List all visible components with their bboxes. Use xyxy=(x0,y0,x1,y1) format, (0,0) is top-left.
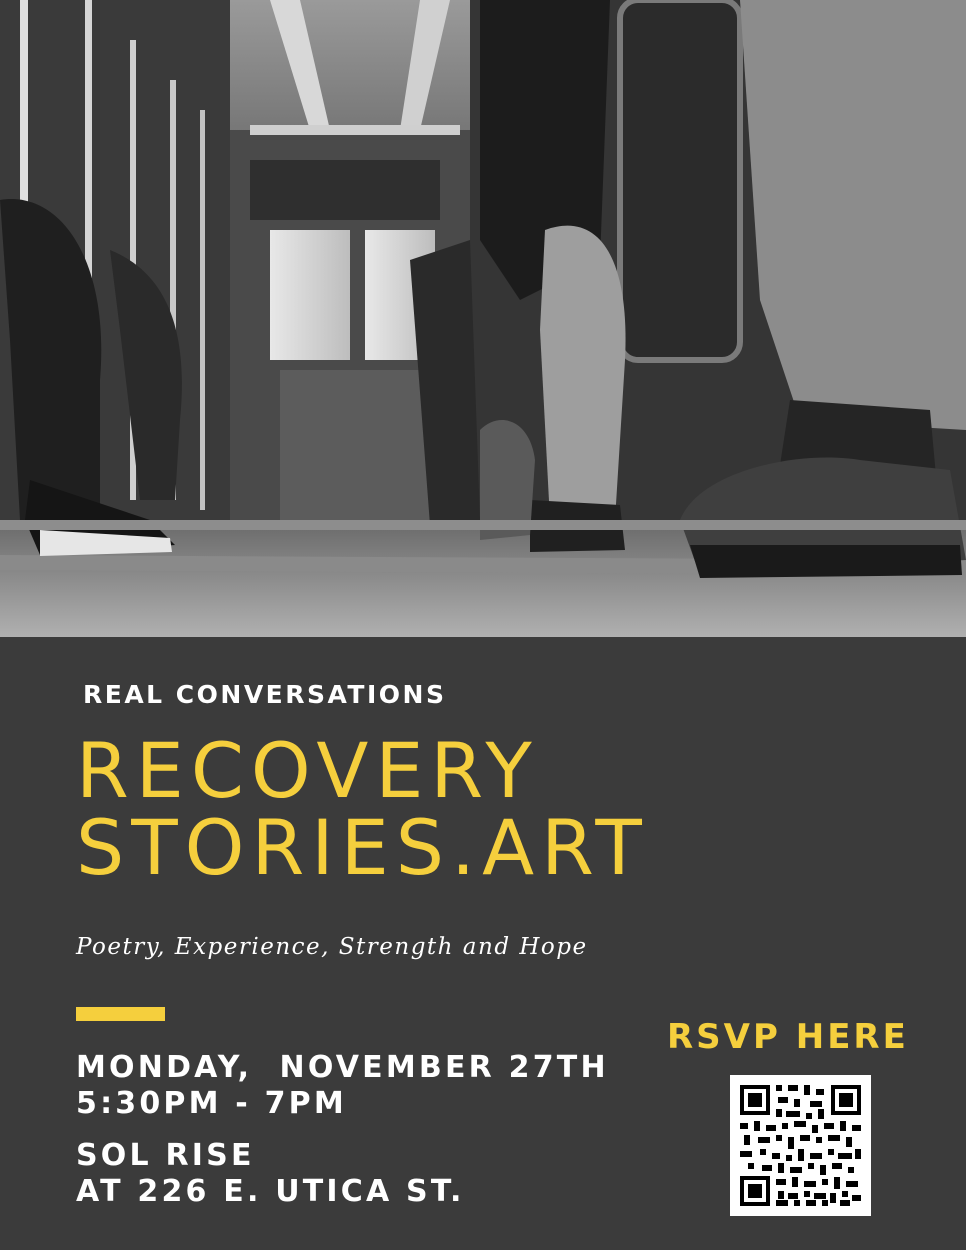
accent-divider xyxy=(76,1007,165,1021)
event-address: AT 226 E. UTICA ST. xyxy=(76,1174,465,1209)
qr-code-icon[interactable] xyxy=(730,1075,871,1216)
event-venue: SOL RISE xyxy=(76,1138,255,1173)
rsvp-label: RSVP HERE xyxy=(667,1017,909,1057)
kicker-text: REAL CONVERSATIONS xyxy=(83,680,447,709)
event-tagline: Poetry, Experience, Strength and Hope xyxy=(76,934,588,960)
event-title-line-1: RECOVERY xyxy=(76,726,539,815)
event-date: MONDAY, NOVEMBER 27TH xyxy=(76,1050,609,1085)
event-title-line-2: STORIES.ART xyxy=(76,803,649,892)
bus-interior-photo xyxy=(0,0,966,637)
event-time: 5:30PM - 7PM xyxy=(76,1086,347,1121)
